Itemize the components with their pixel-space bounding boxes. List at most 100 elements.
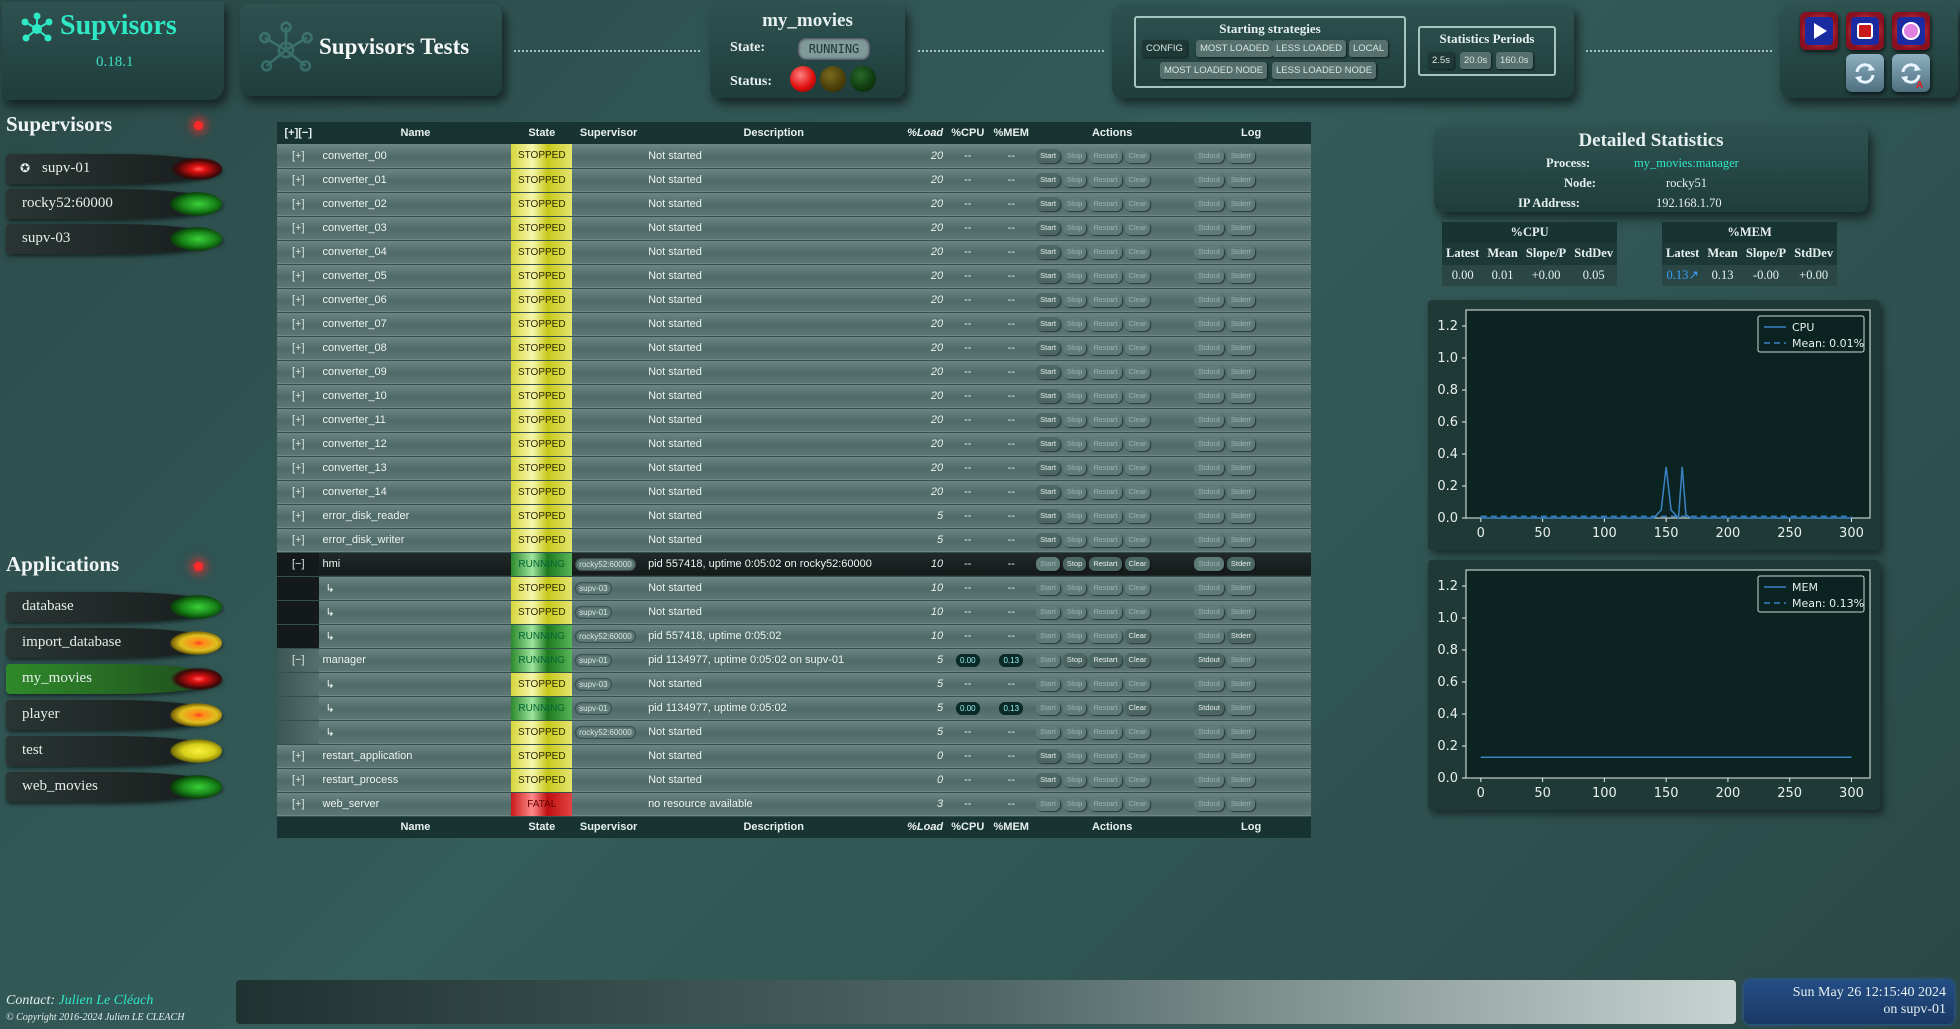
stop-button[interactable]: Stop xyxy=(1062,509,1087,523)
stderr-button[interactable]: Stderr xyxy=(1226,148,1256,163)
restart-sequence-icon[interactable] xyxy=(1892,12,1930,50)
process-name[interactable]: converter_04 xyxy=(319,240,511,264)
process-name[interactable]: converter_14 xyxy=(319,480,511,504)
stderr-button[interactable]: Stderr xyxy=(1226,269,1256,283)
column-header-name[interactable]: Name xyxy=(319,122,512,144)
row-expand-toggle[interactable]: [+] xyxy=(277,288,319,312)
restart-button[interactable]: Restart xyxy=(1089,749,1122,763)
start-button[interactable]: Start xyxy=(1036,485,1060,499)
process-name[interactable]: converter_05 xyxy=(319,264,511,288)
supervisor-badge[interactable]: rocky52:60000 xyxy=(575,557,636,571)
stdout-button[interactable]: Stdout xyxy=(1194,293,1224,307)
application-item[interactable]: database xyxy=(6,592,222,622)
stop-button[interactable]: Stop xyxy=(1062,173,1087,187)
supervisor-badge[interactable]: supv-01 xyxy=(575,701,612,715)
expand-all-button[interactable]: [+] xyxy=(284,127,298,139)
row-expand-toggle[interactable]: [+] xyxy=(277,744,319,768)
row-expand-toggle[interactable]: [+] xyxy=(277,144,319,168)
restart-button[interactable]: Restart xyxy=(1089,533,1122,547)
stop-button[interactable]: Stop xyxy=(1062,269,1087,283)
restart-button[interactable]: Restart xyxy=(1089,797,1122,811)
start-button[interactable]: Start xyxy=(1036,653,1060,667)
strategy-less-loaded-button[interactable]: LESS LOADED xyxy=(1272,40,1346,57)
row-expand-toggle[interactable]: [+] xyxy=(277,336,319,360)
stdout-button[interactable]: Stdout xyxy=(1194,629,1224,643)
restart-button[interactable]: Restart xyxy=(1089,197,1122,211)
restart-button[interactable]: Restart xyxy=(1089,389,1122,403)
restart-button[interactable]: Restart xyxy=(1089,221,1122,235)
stop-button[interactable]: Stop xyxy=(1062,581,1087,595)
stderr-button[interactable]: Stderr xyxy=(1226,485,1256,499)
stderr-button[interactable]: Stderr xyxy=(1226,245,1256,259)
stderr-button[interactable]: Stderr xyxy=(1226,389,1256,403)
stderr-button[interactable]: Stderr xyxy=(1226,293,1256,307)
row-expand-toggle[interactable]: [+] xyxy=(277,168,319,192)
restart-icon[interactable] xyxy=(1800,12,1838,50)
clear-button[interactable]: Clear xyxy=(1124,389,1151,403)
restart-button[interactable]: Restart xyxy=(1089,269,1122,283)
restart-button[interactable]: Restart xyxy=(1089,365,1122,379)
clear-button[interactable]: Clear xyxy=(1124,485,1151,499)
strategy-less-loaded-node-button[interactable]: LESS LOADED NODE xyxy=(1272,62,1377,79)
start-button[interactable]: Start xyxy=(1036,389,1060,403)
start-button[interactable]: Start xyxy=(1036,197,1060,211)
stderr-button[interactable]: Stderr xyxy=(1226,629,1256,643)
start-button[interactable]: Start xyxy=(1036,749,1060,763)
stdout-button[interactable]: Stdout xyxy=(1194,797,1224,811)
stop-button[interactable]: Stop xyxy=(1062,773,1087,787)
restart-button[interactable]: Restart xyxy=(1089,557,1122,571)
supervisor-badge[interactable]: supv-01 xyxy=(575,653,612,667)
stderr-button[interactable]: Stderr xyxy=(1226,797,1256,811)
stop-button[interactable]: Stop xyxy=(1062,725,1087,739)
process-name[interactable]: restart_application xyxy=(319,744,511,768)
shutdown-icon[interactable] xyxy=(1846,12,1884,50)
collapse-all-button[interactable]: [−] xyxy=(298,127,312,139)
process-name[interactable]: ↳ xyxy=(319,600,511,624)
stdout-button[interactable]: Stdout xyxy=(1194,461,1224,475)
stdout-button[interactable]: Stdout xyxy=(1194,221,1224,235)
row-expand-toggle[interactable]: [+] xyxy=(277,192,319,216)
supervisor-badge[interactable]: rocky52:60000 xyxy=(575,629,636,643)
start-button[interactable]: Start xyxy=(1036,245,1060,259)
restart-button[interactable]: Restart xyxy=(1089,485,1122,499)
stdout-button[interactable]: Stdout xyxy=(1194,581,1224,595)
clear-button[interactable]: Clear xyxy=(1124,749,1151,763)
expand-collapse-all[interactable]: [+][−] xyxy=(277,122,320,144)
clear-button[interactable]: Clear xyxy=(1124,773,1151,787)
cpu-value-badge[interactable]: 0.00 xyxy=(956,653,980,667)
application-item[interactable]: import_database xyxy=(6,628,222,658)
auto-refresh-icon[interactable]: A xyxy=(1892,54,1930,92)
stdout-button[interactable]: Stdout xyxy=(1194,773,1224,787)
application-item[interactable]: player xyxy=(6,700,222,730)
period-160s-button[interactable]: 160.0s xyxy=(1496,52,1533,69)
process-name[interactable]: converter_09 xyxy=(319,360,511,384)
clear-button[interactable]: Clear xyxy=(1124,269,1151,283)
clear-button[interactable]: Clear xyxy=(1124,701,1151,715)
process-name[interactable]: manager xyxy=(319,648,511,672)
row-expand-toggle[interactable]: [+] xyxy=(277,504,319,528)
clear-button[interactable]: Clear xyxy=(1124,725,1151,739)
process-name[interactable]: converter_08 xyxy=(319,336,511,360)
stop-button[interactable]: Stop xyxy=(1062,701,1087,715)
stderr-button[interactable]: Stderr xyxy=(1226,653,1256,667)
stderr-button[interactable]: Stderr xyxy=(1226,533,1256,547)
row-expand-toggle[interactable]: [+] xyxy=(277,216,319,240)
supervisor-item[interactable]: ✪ supv-01 xyxy=(6,154,222,184)
process-name[interactable]: web_server xyxy=(319,792,511,816)
stdout-button[interactable]: Stdout xyxy=(1194,148,1224,163)
row-expand-toggle[interactable]: [+] xyxy=(277,264,319,288)
row-expand-toggle[interactable]: [+] xyxy=(277,456,319,480)
clear-button[interactable]: Clear xyxy=(1124,653,1151,667)
stdout-button[interactable]: Stdout xyxy=(1194,485,1224,499)
restart-button[interactable]: Restart xyxy=(1089,581,1122,595)
start-button[interactable]: Start xyxy=(1036,148,1060,163)
start-button[interactable]: Start xyxy=(1036,341,1060,355)
process-name[interactable]: hmi xyxy=(319,552,511,576)
start-button[interactable]: Start xyxy=(1036,797,1060,811)
stderr-button[interactable]: Stderr xyxy=(1226,413,1256,427)
process-name[interactable]: error_disk_writer xyxy=(319,528,511,552)
stderr-button[interactable]: Stderr xyxy=(1226,461,1256,475)
restart-button[interactable]: Restart xyxy=(1089,773,1122,787)
clear-button[interactable]: Clear xyxy=(1124,317,1151,331)
start-button[interactable]: Start xyxy=(1036,365,1060,379)
